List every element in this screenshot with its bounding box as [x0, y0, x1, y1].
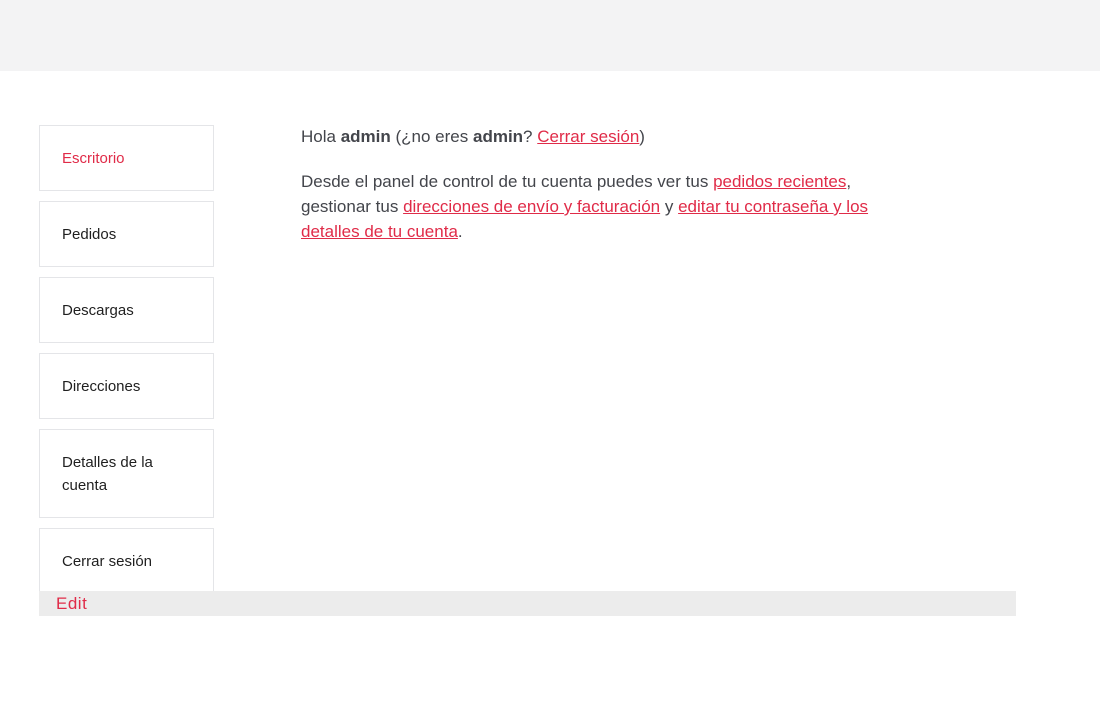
- greeting-question-mark: ?: [523, 127, 533, 146]
- edit-bar: Edit: [39, 591, 1016, 616]
- intro-text-4: .: [457, 222, 463, 241]
- intro-text-1: Desde el panel de control de tu cuenta p…: [301, 172, 709, 191]
- greeting-not-you: (¿no eres: [395, 127, 469, 146]
- greeting-close-paren: ): [639, 127, 645, 146]
- nav-item-account-details[interactable]: Detalles de la cuenta: [39, 429, 214, 518]
- recent-orders-link[interactable]: pedidos recientes: [713, 172, 846, 191]
- account-dashboard-content: Hola admin (¿no eres admin? Cerrar sesió…: [301, 124, 921, 264]
- greeting-username: admin: [340, 127, 391, 146]
- nav-item-downloads[interactable]: Descargas: [39, 277, 214, 343]
- nav-item-dashboard[interactable]: Escritorio: [39, 125, 214, 191]
- greeting-username-repeat: admin: [472, 127, 524, 146]
- intro-text-3: y: [664, 197, 674, 216]
- edit-link[interactable]: Edit: [56, 593, 87, 615]
- nav-item-addresses[interactable]: Direcciones: [39, 353, 214, 419]
- greeting-hello: Hola: [301, 127, 336, 146]
- logout-link[interactable]: Cerrar sesión: [537, 127, 639, 146]
- account-navigation: Escritorio Pedidos Descargas Direcciones…: [39, 125, 214, 594]
- site-header-bar: [0, 0, 1100, 71]
- intro-paragraph: Desde el panel de control de tu cuenta p…: [301, 169, 921, 244]
- greeting-paragraph: Hola admin (¿no eres admin? Cerrar sesió…: [301, 124, 921, 149]
- nav-item-orders[interactable]: Pedidos: [39, 201, 214, 267]
- nav-item-logout[interactable]: Cerrar sesión: [39, 528, 214, 594]
- addresses-link[interactable]: direcciones de envío y facturación: [403, 197, 660, 216]
